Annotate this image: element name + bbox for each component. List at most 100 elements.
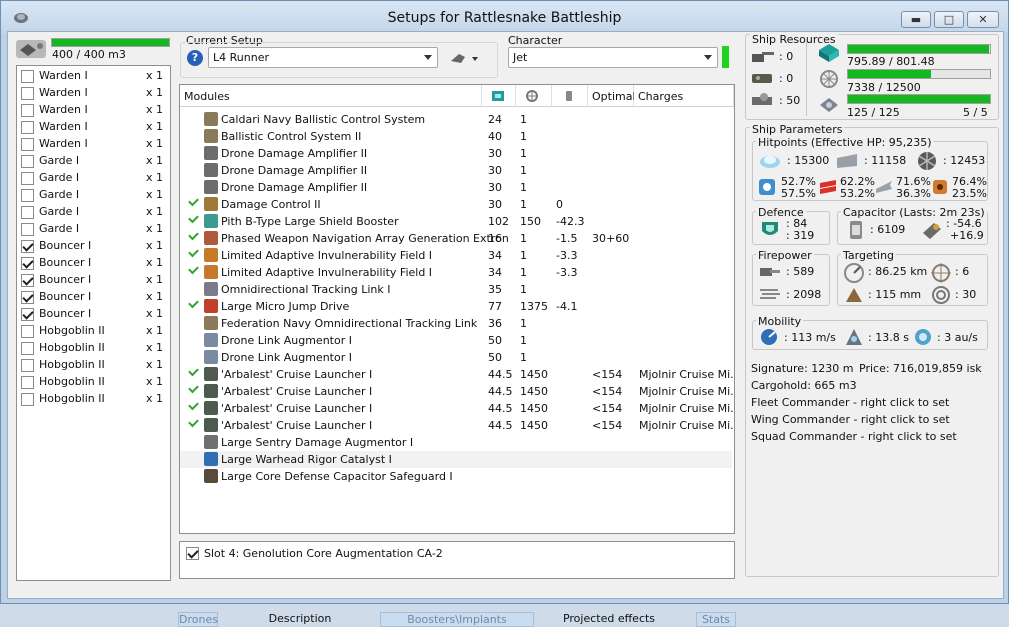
drone-row[interactable]: Garde I x 1 — [21, 204, 163, 221]
drone-row[interactable]: Hobgoblin II x 1 — [21, 374, 163, 391]
active-check-icon[interactable] — [188, 212, 199, 224]
drone-row[interactable]: Garde I x 1 — [21, 153, 163, 170]
module-row[interactable]: Large Core Defense Capacitor Safeguard I — [180, 468, 732, 485]
module-row[interactable]: Omnidirectional Tracking Link I 35 1 — [180, 281, 732, 298]
module-row[interactable]: Caldari Navy Ballistic Control System 24 1 — [180, 111, 732, 128]
module-row[interactable]: Drone Damage Amplifier II 30 1 — [180, 145, 732, 162]
module-row[interactable]: Damage Control II 30 1 0 — [180, 195, 732, 213]
active-check-icon[interactable] — [188, 399, 199, 411]
active-check-icon[interactable] — [188, 365, 199, 377]
module-row[interactable]: Phased Weapon Navigation Array Generatio… — [180, 229, 732, 247]
active-check-icon[interactable] — [188, 416, 199, 428]
drone-row[interactable]: Garde I x 1 — [21, 187, 163, 204]
drone-row[interactable]: Warden I x 1 — [21, 136, 163, 153]
client-area: 400 / 400 m3 Warden Ix 1 Warden Ix 1 Warde… — [7, 31, 1004, 627]
implant-checkbox[interactable] — [186, 547, 199, 560]
drone-row[interactable]: Garde I x 1 — [21, 221, 163, 238]
module-row[interactable]: 'Arbalest' Cruise Launcher I 44.5 1450 <154… — [180, 365, 734, 383]
active-check-icon[interactable] — [188, 195, 199, 207]
drone-row[interactable]: Warden I x 1 — [21, 85, 163, 102]
minimize-button[interactable]: ▬ — [901, 11, 931, 28]
thermal-resist-b: 53.2% — [840, 187, 875, 200]
tab-stats[interactable]: Stats — [696, 612, 736, 627]
maximize-button[interactable]: □ — [934, 11, 964, 28]
module-row[interactable]: Limited Adaptive Invulnerability Field I… — [180, 246, 732, 264]
drone-checkbox[interactable] — [21, 121, 34, 134]
drone-checkbox[interactable] — [21, 393, 34, 406]
drone-row[interactable]: Garde I x 1 — [21, 170, 163, 187]
drone-row[interactable]: Warden I x 1 — [21, 102, 163, 119]
col-modules[interactable]: Modules — [180, 85, 482, 107]
drone-row[interactable]: Warden I x 1 — [21, 68, 163, 85]
drone-checkbox[interactable] — [21, 155, 34, 168]
drone-checkbox[interactable] — [21, 70, 34, 83]
module-row[interactable]: Drone Damage Amplifier II 30 1 — [180, 179, 732, 196]
drone-row[interactable]: Hobgoblin II x 1 — [21, 391, 163, 408]
tab-drones[interactable]: Drones — [178, 612, 218, 627]
drone-checkbox[interactable] — [21, 376, 34, 389]
active-check-icon[interactable] — [188, 382, 199, 394]
implants-panel[interactable]: Slot 4: Genolution Core Augmentation CA-… — [179, 541, 735, 579]
drone-row[interactable]: Warden I x 1 — [21, 119, 163, 136]
drone-list[interactable]: Warden Ix 1 Warden Ix 1 Warden Ix 1 Warden … — [16, 65, 171, 581]
drone-checkbox[interactable] — [21, 138, 34, 151]
module-row[interactable]: 'Arbalest' Cruise Launcher I 44.5 1450 <154… — [180, 382, 734, 400]
drone-checkbox[interactable] — [21, 223, 34, 236]
drone-row[interactable]: Bouncer I x 1 — [21, 289, 163, 306]
module-row[interactable]: Federation Navy Omnidirectional Tracking… — [180, 315, 732, 332]
module-row[interactable]: 'Arbalest' Cruise Launcher I 44.5 1450 <154… — [180, 399, 734, 417]
module-row[interactable]: Large Warhead Rigor Catalyst I — [180, 451, 732, 468]
drone-checkbox[interactable] — [21, 87, 34, 100]
module-c1: 50 — [488, 334, 502, 347]
drone-checkbox[interactable] — [21, 308, 34, 321]
col-optimal-label: Optimal — [592, 90, 636, 103]
character-dropdown[interactable]: Jet — [508, 47, 718, 68]
active-check-icon[interactable] — [188, 297, 199, 309]
col-charges[interactable]: Charges — [634, 85, 734, 107]
col-powergrid[interactable] — [516, 85, 552, 107]
drone-checkbox[interactable] — [21, 104, 34, 117]
drone-row[interactable]: Bouncer I x 1 — [21, 306, 163, 323]
drone-checkbox[interactable] — [21, 257, 34, 270]
col-optimal[interactable]: Optimal — [588, 85, 636, 107]
module-row[interactable]: Drone Link Augmentor I 50 1 — [180, 332, 732, 349]
module-row[interactable]: Large Micro Jump Drive 77 1375 -4.1 — [180, 297, 732, 315]
active-check-icon[interactable] — [188, 229, 199, 241]
tab-projected-effects[interactable]: Projected effects — [534, 612, 684, 627]
col-cpu[interactable] — [482, 85, 516, 107]
drone-checkbox[interactable] — [21, 172, 34, 185]
drone-checkbox[interactable] — [21, 189, 34, 202]
drone-row[interactable]: Hobgoblin II x 1 — [21, 340, 163, 357]
drone-checkbox[interactable] — [21, 274, 34, 287]
module-row[interactable]: Drone Link Augmentor I 50 1 — [180, 349, 732, 366]
module-row[interactable]: 'Arbalest' Cruise Launcher I 44.5 1450 <154… — [180, 416, 734, 434]
title-bar[interactable]: Setups for Rattlesnake Battleship ▬ □ ✕ — [1, 1, 1008, 33]
drone-checkbox[interactable] — [21, 359, 34, 372]
drone-checkbox[interactable] — [21, 291, 34, 304]
drone-checkbox[interactable] — [21, 240, 34, 253]
drone-checkbox[interactable] — [21, 325, 34, 338]
close-button[interactable]: ✕ — [967, 11, 999, 28]
drone-row[interactable]: Hobgoblin II x 1 — [21, 357, 163, 374]
tab-boosters-implants[interactable]: Boosters\Implants — [380, 612, 534, 627]
modules-table[interactable]: Modules Optimal Charges Caldari Navy Bal… — [179, 84, 735, 534]
active-check-icon[interactable] — [188, 246, 199, 258]
drone-row[interactable]: Hobgoblin II x 1 — [21, 323, 163, 340]
drone-checkbox[interactable] — [21, 206, 34, 219]
cpu-value: 795.89 / 801.48 — [847, 55, 935, 68]
drone-row[interactable]: Bouncer I x 1 — [21, 238, 163, 255]
module-row[interactable]: Pith B-Type Large Shield Booster 102 150 -4… — [180, 212, 732, 230]
drone-row[interactable]: Bouncer I x 1 — [21, 272, 163, 289]
tab-description[interactable]: Description — [220, 612, 380, 627]
module-row[interactable]: Limited Adaptive Invulnerability Field I… — [180, 263, 732, 281]
active-check-icon[interactable] — [188, 263, 199, 275]
col-capacitor[interactable] — [552, 85, 588, 107]
module-row[interactable]: Large Sentry Damage Augmentor I — [180, 434, 732, 451]
fleet-commander-slot[interactable]: Fleet Commander - right click to set — [751, 396, 949, 409]
drone-row[interactable]: Bouncer I x 1 — [21, 255, 163, 272]
drone-checkbox[interactable] — [21, 342, 34, 355]
module-row[interactable]: Drone Damage Amplifier II 30 1 — [180, 162, 732, 179]
module-row[interactable]: Ballistic Control System II 40 1 — [180, 128, 732, 145]
wing-commander-slot[interactable]: Wing Commander - right click to set — [751, 413, 950, 426]
squad-commander-slot[interactable]: Squad Commander - right click to set — [751, 430, 957, 443]
